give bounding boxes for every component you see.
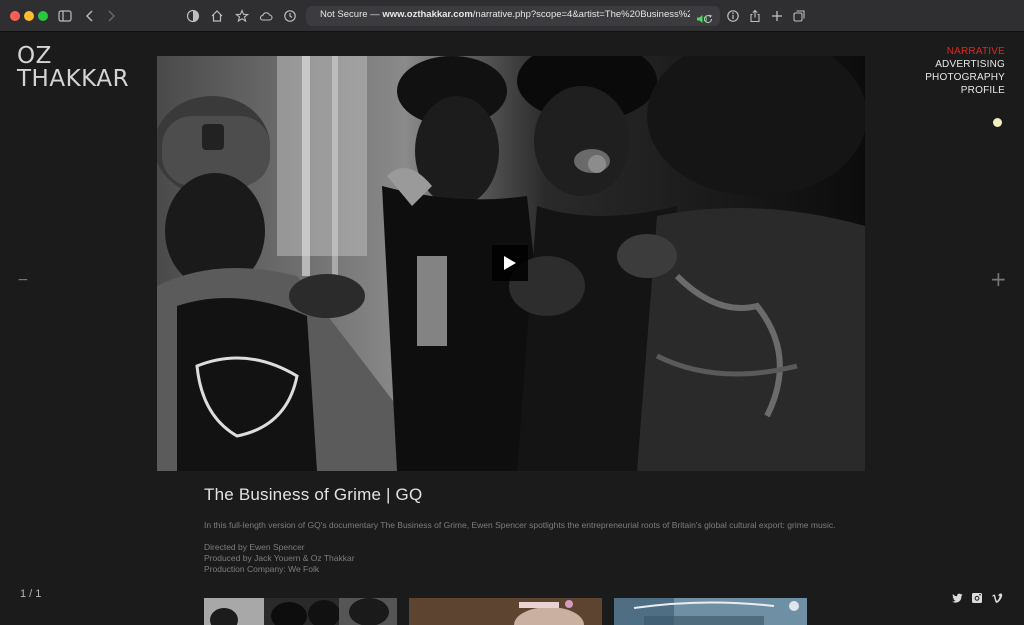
forward-icon[interactable] xyxy=(101,6,121,26)
maximize-window-button[interactable] xyxy=(38,11,48,21)
credit-director: Directed by Ewen Spencer xyxy=(204,542,305,552)
logo-line-2: THAKKAR xyxy=(17,66,130,92)
home-icon[interactable] xyxy=(207,6,227,26)
reload-icon[interactable] xyxy=(702,10,714,24)
project-description: In this full-length version of GQ's docu… xyxy=(204,520,836,530)
credit-production-company: Production Company: We Folk xyxy=(204,564,320,574)
cloud-icon[interactable] xyxy=(256,6,276,26)
new-tab-icon[interactable] xyxy=(767,6,787,26)
logo-line-1: OZ xyxy=(17,43,52,69)
project-title: The Business of Grime | GQ xyxy=(204,485,423,504)
social-links xyxy=(951,589,1003,603)
twitter-icon[interactable] xyxy=(951,589,963,603)
related-thumbnail[interactable] xyxy=(204,598,397,625)
url-path: /narrative.php?scope=4&artist=The%20Busi… xyxy=(472,9,690,20)
project-credits: Directed by Ewen Spencer Produced by Jac… xyxy=(204,542,355,575)
info-icon[interactable] xyxy=(723,6,743,26)
nav-item-narrative[interactable]: NARRATIVE xyxy=(925,45,1005,58)
url-text[interactable]: Not Secure — www.ozthakkar.com/narrative… xyxy=(320,9,690,20)
nav-item-photography[interactable]: PHOTOGRAPHY xyxy=(925,71,1005,84)
shield-icon[interactable] xyxy=(183,6,203,26)
status-dot xyxy=(993,118,1002,127)
play-icon xyxy=(504,256,516,270)
site-logo[interactable]: OZ THAKKAR xyxy=(17,45,129,91)
tabs-icon[interactable] xyxy=(789,6,809,26)
star-icon[interactable] xyxy=(232,6,252,26)
instagram-icon[interactable] xyxy=(971,589,983,603)
slide-counter: 1 / 1 xyxy=(20,588,42,600)
video-player[interactable] xyxy=(157,56,865,471)
browser-toolbar: Not Secure — www.ozthakkar.com/narrative… xyxy=(0,0,1024,32)
main-nav: NARRATIVE ADVERTISING PHOTOGRAPHY PROFIL… xyxy=(925,45,1005,97)
share-icon[interactable] xyxy=(745,6,765,26)
page-content: OZ THAKKAR NARRATIVE ADVERTISING PHOTOGR… xyxy=(0,33,1024,625)
sidebar-icon[interactable] xyxy=(55,6,75,26)
related-thumbnail[interactable] xyxy=(614,598,807,625)
credit-producer: Produced by Jack Youern & Oz Thakkar xyxy=(204,553,355,563)
not-secure-label: Not Secure — xyxy=(320,9,383,20)
nav-item-profile[interactable]: PROFILE xyxy=(925,84,1005,97)
nav-item-advertising[interactable]: ADVERTISING xyxy=(925,58,1005,71)
play-button[interactable] xyxy=(492,245,528,281)
back-icon[interactable] xyxy=(80,6,100,26)
history-icon[interactable] xyxy=(280,6,300,26)
vimeo-icon[interactable] xyxy=(991,589,1003,603)
address-bar[interactable]: Not Secure — www.ozthakkar.com/narrative… xyxy=(306,6,720,26)
close-window-button[interactable] xyxy=(10,11,20,21)
minimize-window-button[interactable] xyxy=(24,11,34,21)
next-button[interactable]: + xyxy=(990,269,1007,289)
previous-button[interactable]: − xyxy=(17,273,29,287)
url-host: www.ozthakkar.com xyxy=(382,9,473,20)
related-thumbnail[interactable] xyxy=(409,598,602,625)
